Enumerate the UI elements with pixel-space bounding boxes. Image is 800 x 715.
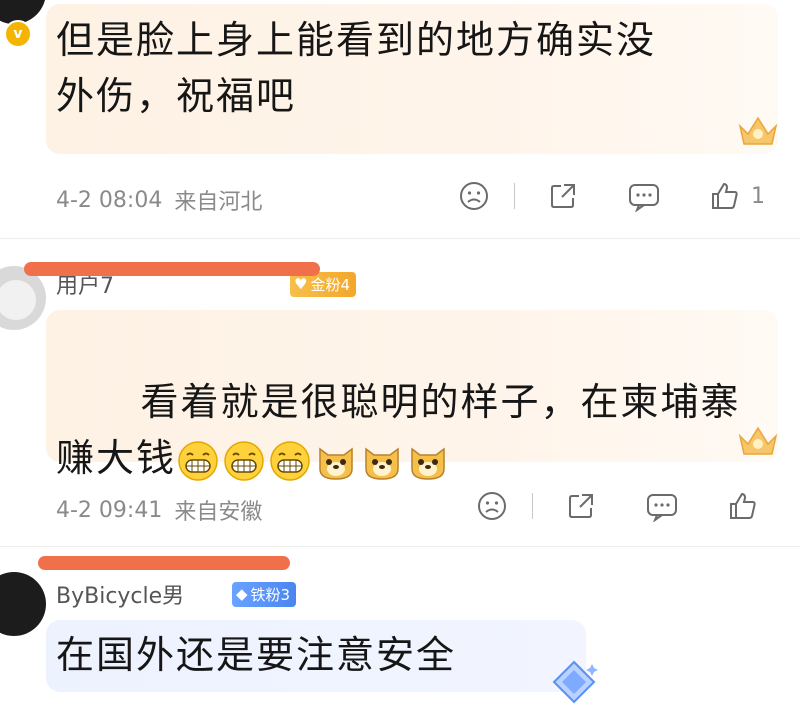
comment-text: 但是脸上身上能看到的地方确实没 外伤，祝福吧 <box>56 18 657 118</box>
fan-badge[interactable]: ◆ 铁粉3 <box>232 581 297 607</box>
comment-3: ByBicycle男 ◆ 铁粉3 在国外还是要注意安全 <box>0 548 800 715</box>
comment-text: 在国外还是要注意安全 <box>56 633 457 677</box>
fan-badge-label: 金粉4 <box>310 275 350 294</box>
verified-v-icon: v <box>4 20 32 48</box>
like-count: 1 <box>751 183 765 209</box>
comment-bubble[interactable]: 在国外还是要注意安全 <box>46 620 586 692</box>
comment-actions: 1 <box>458 180 765 212</box>
share-button[interactable] <box>565 490 597 522</box>
fan-badge-label: 铁粉3 <box>250 585 291 604</box>
fan-diamond-icon <box>552 660 598 704</box>
comment-bubble[interactable]: 但是脸上身上能看到的地方确实没 外伤，祝福吧 <box>46 4 778 154</box>
dislike-button[interactable] <box>476 490 508 522</box>
comment-location: 来自河北 <box>174 190 263 215</box>
grin-emoji <box>270 440 310 481</box>
thumbs-up-icon <box>730 492 756 519</box>
comment-button[interactable] <box>645 490 679 522</box>
avatar[interactable] <box>0 572 46 636</box>
doge-emoji <box>365 447 399 480</box>
comment-icon <box>629 184 659 212</box>
share-button[interactable] <box>547 180 579 212</box>
divider <box>532 493 533 519</box>
divider <box>0 546 800 547</box>
fan-crown-icon <box>738 116 778 145</box>
username-row: ByBicycle男 ◆ 铁粉3 <box>56 578 297 610</box>
frown-icon <box>478 492 506 520</box>
comment-2: 用户7 ♥ 金粉4 看着就是很聪明的样子，在柬埔寨 赚大钱 4-2 09:41 … <box>0 240 800 546</box>
share-icon <box>551 184 575 208</box>
username[interactable]: ByBicycle男 <box>56 578 224 610</box>
comment-button[interactable] <box>627 180 661 212</box>
divider <box>514 183 515 209</box>
redaction-mark <box>38 556 290 570</box>
like-button[interactable]: 1 <box>709 180 765 212</box>
comment-meta: 4-2 09:41 来自安徽 <box>56 494 262 526</box>
doge-emoji <box>319 447 353 480</box>
comment-1: v 但是脸上身上能看到的地方确实没 外伤，祝福吧 4-2 08:04 来自河北 … <box>0 0 800 238</box>
doge-emoji <box>411 447 445 480</box>
frown-icon <box>460 182 488 210</box>
comment-icon <box>647 494 677 522</box>
comment-time: 4-2 09:41 <box>56 497 163 523</box>
redaction-mark <box>24 262 320 276</box>
comment-bubble[interactable]: 看着就是很聪明的样子，在柬埔寨 赚大钱 <box>46 310 778 481</box>
fan-crown-icon <box>738 426 778 455</box>
heart-icon: ♥ <box>294 275 308 293</box>
emoji-row <box>176 439 450 483</box>
comment-time: 4-2 08:04 <box>56 187 163 213</box>
like-button[interactable] <box>727 490 759 522</box>
diamond-icon: ◆ <box>236 585 248 603</box>
thumbs-up-icon <box>712 182 738 209</box>
comment-meta: 4-2 08:04 来自河北 <box>56 184 262 216</box>
divider <box>0 238 800 239</box>
comment-actions <box>476 490 759 522</box>
comment-location: 来自安徽 <box>174 500 263 525</box>
grin-emoji <box>178 440 218 481</box>
grin-emoji <box>224 440 264 481</box>
dislike-button[interactable] <box>458 180 490 212</box>
share-icon <box>569 494 593 518</box>
